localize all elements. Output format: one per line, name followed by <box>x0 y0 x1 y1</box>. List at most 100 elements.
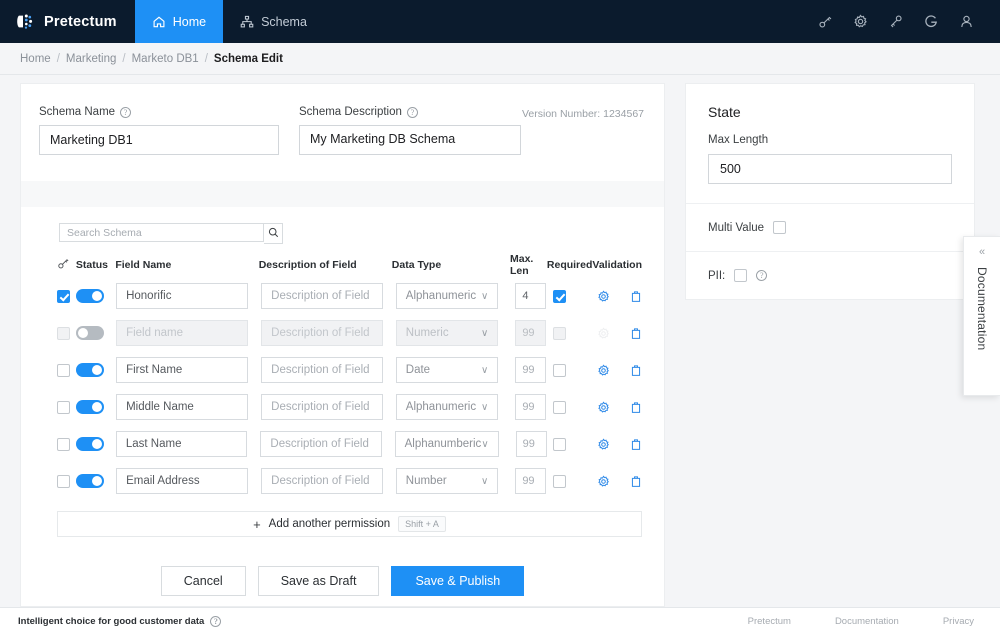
row-key-checkbox[interactable] <box>57 363 70 377</box>
row-required-checkbox[interactable] <box>552 289 566 303</box>
help-icon[interactable]: ? <box>406 106 418 118</box>
row-required-checkbox[interactable] <box>552 437 566 451</box>
state-panel-title: State <box>708 104 741 120</box>
search-button[interactable] <box>264 223 283 244</box>
row-status-toggle[interactable] <box>76 363 105 377</box>
help-icon[interactable]: ? <box>210 616 222 627</box>
row-required-checkbox[interactable] <box>552 474 566 488</box>
row-delete-icon[interactable] <box>630 475 642 488</box>
footer-link-documentation[interactable]: Documentation <box>835 616 899 627</box>
row-max-len-input[interactable] <box>515 394 547 420</box>
column-header-data-type: Data Type <box>391 259 442 271</box>
row-data-type-select[interactable]: Numeric ∨ <box>395 320 499 346</box>
help-icon[interactable]: ? <box>120 106 132 118</box>
row-status-toggle[interactable] <box>76 437 105 451</box>
row-description-input[interactable] <box>261 394 383 420</box>
chevron-down-icon: ∨ <box>480 364 489 376</box>
gear-icon[interactable] <box>853 14 868 29</box>
row-max-len-input[interactable] <box>515 283 547 309</box>
search-input[interactable] <box>59 223 264 242</box>
footer-tagline-text: Intelligent choice for good customer dat… <box>18 616 205 627</box>
row-key-checkbox[interactable] <box>57 289 70 303</box>
row-status-toggle[interactable] <box>76 289 105 303</box>
row-data-type-select[interactable]: Number ∨ <box>395 468 499 494</box>
row-delete-icon[interactable] <box>630 290 642 303</box>
schema-description-input[interactable]: My Marketing DB Schema <box>299 125 521 155</box>
row-delete-icon[interactable] <box>630 327 642 340</box>
row-field-name-input[interactable] <box>116 283 249 309</box>
user-icon[interactable] <box>959 14 974 29</box>
row-validation-gear-icon[interactable] <box>597 327 610 340</box>
help-icon[interactable]: ? <box>756 270 768 281</box>
schema-search-group <box>21 207 664 244</box>
row-description-input[interactable] <box>261 283 383 309</box>
row-required-checkbox[interactable] <box>552 400 566 414</box>
row-validation-gear-icon[interactable] <box>597 438 610 451</box>
row-status-toggle[interactable] <box>76 326 105 340</box>
row-delete-icon[interactable] <box>630 401 642 414</box>
row-description-input[interactable] <box>261 320 383 346</box>
row-data-type-select[interactable]: Date ∨ <box>395 357 499 383</box>
state-panel: State Max Length Multi Value PII: ? <box>685 83 975 300</box>
row-data-type-select[interactable]: Alphanumeric ∨ <box>395 283 499 309</box>
row-validation-gear-icon[interactable] <box>597 475 610 488</box>
row-required-checkbox[interactable] <box>552 363 566 377</box>
row-status-toggle[interactable] <box>76 474 105 488</box>
row-max-len-input[interactable] <box>515 468 547 494</box>
row-description-input[interactable] <box>261 468 383 494</box>
brand-name: Pretectum <box>44 13 117 30</box>
row-validation-gear-icon[interactable] <box>597 290 610 303</box>
google-icon[interactable] <box>923 14 939 30</box>
save-as-draft-button[interactable]: Save as Draft <box>257 566 380 596</box>
add-another-permission-button[interactable]: + Add another permission Shift + A <box>57 511 642 537</box>
table-row: Date ∨ <box>57 355 642 385</box>
row-key-checkbox[interactable] <box>57 474 70 488</box>
row-required-checkbox[interactable] <box>552 326 566 340</box>
column-header-key <box>57 257 76 273</box>
row-description-input[interactable] <box>260 431 382 457</box>
search-icon <box>268 225 279 243</box>
nav-item-schema[interactable]: Schema <box>223 0 324 43</box>
row-key-checkbox[interactable] <box>57 400 70 414</box>
row-validation-gear-icon[interactable] <box>597 364 610 377</box>
row-description-input[interactable] <box>261 357 383 383</box>
row-validation-gear-icon[interactable] <box>597 401 610 414</box>
breadcrumb-item-marketing[interactable]: Marketing <box>66 53 117 65</box>
multi-value-checkbox[interactable] <box>773 221 787 234</box>
pii-checkbox[interactable] <box>734 269 748 282</box>
row-data-type-select[interactable]: Alphanumberic ∨ <box>394 431 499 457</box>
schema-name-input[interactable] <box>39 125 279 155</box>
breadcrumb-item-home[interactable]: Home <box>20 53 51 65</box>
multi-value-row: Multi Value <box>686 204 974 251</box>
nav-item-home[interactable]: Home <box>134 0 224 43</box>
row-status-toggle[interactable] <box>76 400 105 414</box>
key-icon-secondary[interactable] <box>888 14 903 29</box>
row-max-len-input[interactable] <box>515 431 547 457</box>
key-icon[interactable] <box>818 14 833 29</box>
row-field-name-input[interactable] <box>116 320 249 346</box>
row-key-checkbox[interactable] <box>57 326 70 340</box>
row-data-type-select[interactable]: Alphanumeric ∨ <box>395 394 499 420</box>
breadcrumb-item-schema-edit: Schema Edit <box>213 52 283 65</box>
footer-link-privacy[interactable]: Privacy <box>943 616 974 627</box>
save-and-publish-button[interactable]: Save & Publish <box>391 566 525 596</box>
documentation-tab[interactable]: « Documentation <box>963 236 1000 396</box>
row-delete-icon[interactable] <box>630 364 642 377</box>
row-field-name-input[interactable] <box>116 357 249 383</box>
row-key-checkbox[interactable] <box>57 437 70 451</box>
home-icon <box>152 15 166 29</box>
row-field-name-input[interactable] <box>115 431 248 457</box>
row-field-name-input[interactable] <box>116 394 249 420</box>
row-max-len-input[interactable] <box>515 320 547 346</box>
table-row: Number ∨ <box>57 466 642 496</box>
plus-icon: + <box>253 516 261 532</box>
row-max-len-input[interactable] <box>515 357 547 383</box>
footer-link-pretectum[interactable]: Pretectum <box>748 616 791 627</box>
cancel-button[interactable]: Cancel <box>160 566 246 596</box>
brand-logo[interactable]: Pretectum <box>0 0 135 43</box>
row-field-name-input[interactable] <box>116 468 249 494</box>
row-delete-icon[interactable] <box>630 438 642 451</box>
max-length-input[interactable] <box>708 154 952 184</box>
column-header-validation: Validation <box>592 259 642 271</box>
breadcrumb-item-marketo-db1[interactable]: Marketo DB1 <box>132 53 199 65</box>
